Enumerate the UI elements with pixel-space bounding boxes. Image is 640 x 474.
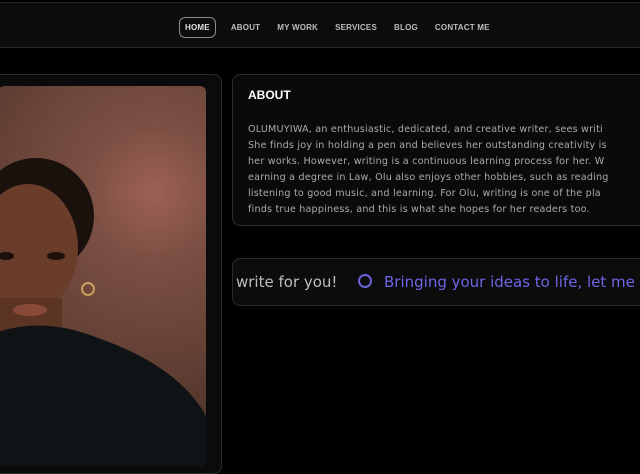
about-line: finds true happiness, and this is what s… xyxy=(248,204,590,215)
nav-blog-link[interactable]: BLOG xyxy=(394,23,418,32)
turtleneck-shape xyxy=(0,325,206,466)
nav-my-work-link[interactable]: MY WORK xyxy=(277,23,318,32)
earring-icon xyxy=(81,282,95,296)
main-nav: HOME ABOUT MY WORK SERVICES BLOG CONTACT… xyxy=(179,16,507,38)
about-line: listening to good music, and learning. F… xyxy=(248,188,601,199)
about-text: OLUMUYIWA, an enthusiastic, dedicated, a… xyxy=(248,122,640,218)
profile-photo xyxy=(0,86,206,466)
about-title: ABOUT xyxy=(248,88,291,102)
right-eye xyxy=(47,252,65,260)
about-line: earning a degree in Law, Olu also enjoys… xyxy=(248,172,609,183)
ticker-text-a: write for you! xyxy=(236,273,338,291)
ticker-text-b: Bringing your ideas to life, let me xyxy=(384,273,635,291)
nav-services-link[interactable]: SERVICES xyxy=(335,23,377,32)
circle-icon xyxy=(358,274,372,288)
lips-shape xyxy=(13,304,47,316)
nav-about-link[interactable]: ABOUT xyxy=(231,23,260,32)
about-line: OLUMUYIWA, an enthusiastic, dedicated, a… xyxy=(248,124,603,135)
about-line: She finds joy in holding a pen and belie… xyxy=(248,140,607,151)
about-line: her works. However, writing is a continu… xyxy=(248,156,605,167)
nav-home-link[interactable]: HOME xyxy=(179,16,216,38)
portrait-illustration xyxy=(0,158,206,466)
nav-contact-me-link[interactable]: CONTACT ME xyxy=(435,23,490,32)
